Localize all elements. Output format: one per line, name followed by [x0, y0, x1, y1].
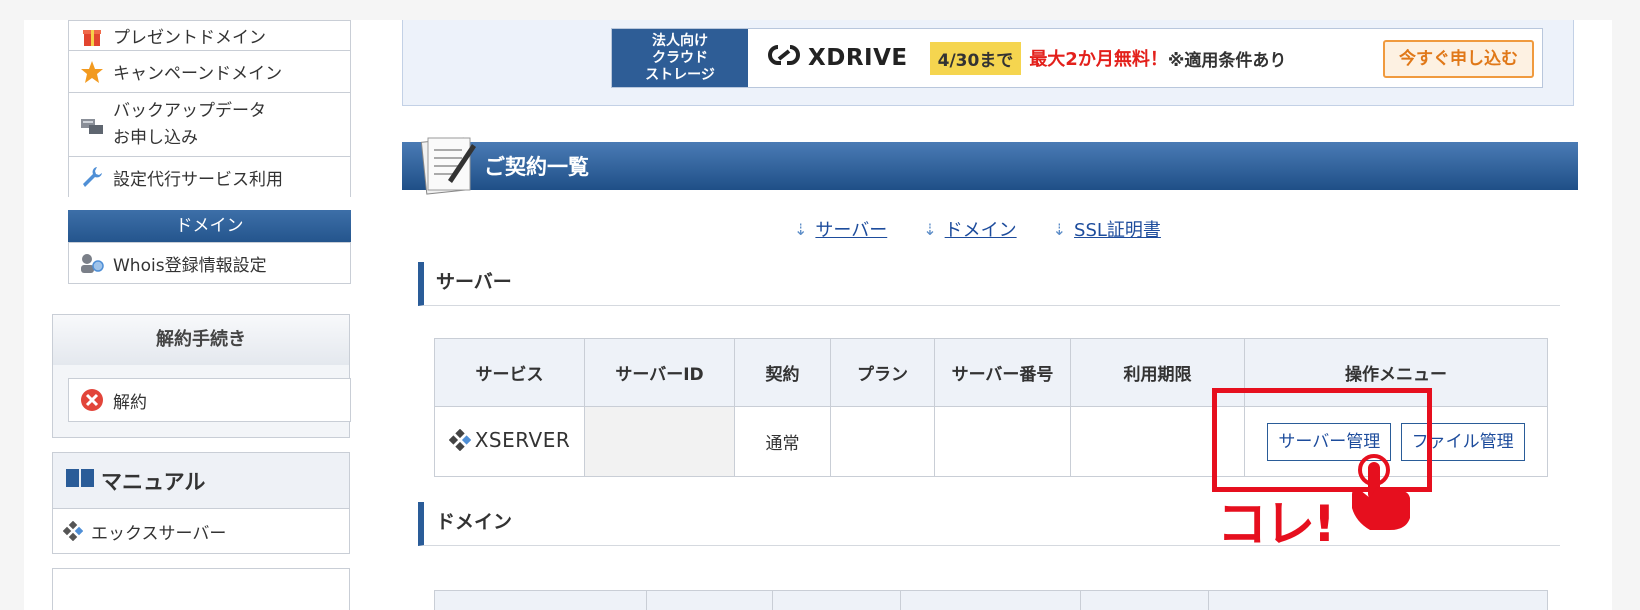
col-server-number: サーバー番号 [934, 338, 1071, 407]
promo-text: 最大2か月無料！ [1029, 49, 1168, 70]
cancel-icon [79, 387, 105, 413]
domain-table [434, 590, 1548, 610]
sidebar-menu: プレゼントドメイン キャンペーンドメイン バックアップデータ お申し込み 設定代… [68, 20, 351, 197]
domain-col [772, 590, 901, 610]
sidebar-item-setup-service[interactable]: 設定代行サービス利用 [69, 157, 350, 197]
banner-area: 法人向け クラウド ストレージ XDRIVE 4/30まで 最大2か月無料！ ※… [402, 20, 1574, 106]
banner-tag: 法人向け クラウド ストレージ [612, 29, 748, 87]
sidebar-item-backup[interactable]: バックアップデータ お申し込み [69, 93, 350, 157]
anchor-domain-link[interactable]: ドメイン [945, 216, 1017, 242]
anchor-server[interactable]: ⇣ サーバー [794, 216, 887, 242]
down-arrow-icon: ⇣ [794, 219, 808, 239]
col-contract: 契約 [734, 338, 831, 407]
sidebar-item-present-domain[interactable]: プレゼントドメイン [69, 21, 350, 51]
xdrive-link-icon [768, 44, 800, 72]
xserver-logo: XSERVER [448, 427, 571, 452]
sidebar-item-cancel[interactable]: 解約 [69, 379, 350, 421]
anchor-ssl-link[interactable]: SSL証明書 [1074, 216, 1161, 242]
cancel-heading: 解約手続き [53, 315, 349, 365]
sidebar-item-label: Whois登録情報設定 [113, 255, 267, 276]
service-name: XSERVER [474, 427, 571, 452]
domain-table-header [434, 590, 1548, 610]
manual-heading-label: マニュアル [101, 469, 206, 494]
sidebar-item-label: キャンペーンドメイン [113, 64, 283, 84]
apply-now-button[interactable]: 今すぐ申し込む [1383, 40, 1534, 78]
sidebar-item-whois[interactable]: Whois登録情報設定 [69, 243, 350, 283]
sidebar-manual-box: マニュアル エックスサーバー [52, 452, 350, 554]
anchor-links: ⇣ サーバー ⇣ ドメイン ⇣ SSL証明書 [794, 216, 1161, 242]
backup-icon [79, 112, 105, 138]
cell-server-number [934, 406, 1071, 477]
col-service: サービス [434, 338, 585, 407]
col-server-id: サーバーID [584, 338, 735, 407]
sidebar-item-label: エックスサーバー [91, 523, 227, 544]
anchor-server-link[interactable]: サーバー [815, 216, 887, 242]
domain-col [646, 590, 773, 610]
cell-service: XSERVER [434, 406, 585, 477]
contract-document-icon [418, 134, 478, 196]
manual-heading: マニュアル [53, 453, 349, 509]
sidebar-next-box [52, 568, 350, 610]
col-plan: プラン [830, 338, 935, 407]
gift-icon [79, 23, 105, 49]
anchor-domain[interactable]: ⇣ ドメイン [923, 216, 1016, 242]
cell-plan [830, 406, 935, 477]
contract-list-title: ご契約一覧 [484, 155, 589, 179]
page: プレゼントドメイン キャンペーンドメイン バックアップデータ お申し込み 設定代… [24, 20, 1612, 610]
date-badge: 4/30まで [929, 41, 1022, 75]
sidebar-item-manual-xserver[interactable]: エックスサーバー [53, 509, 349, 553]
domain-col [1080, 590, 1209, 610]
xdrive-brand: XDRIVE [808, 45, 908, 71]
server-heading: サーバー [418, 262, 1560, 306]
star-icon [79, 59, 105, 85]
wrench-icon [79, 164, 105, 190]
xdrive-banner[interactable]: 法人向け クラウド ストレージ XDRIVE 4/30まで 最大2か月無料！ ※… [611, 28, 1543, 88]
sidebar-item-label: バックアップデータ お申し込み [113, 100, 266, 148]
sidebar-domain-list: Whois登録情報設定 [68, 242, 351, 284]
promo-note: ※適用条件あり [1167, 50, 1287, 71]
cell-contract: 通常 [734, 406, 831, 477]
user-search-icon [79, 250, 105, 276]
xserver-diamond-icon [63, 518, 83, 544]
xdrive-logo: XDRIVE [768, 44, 908, 72]
domain-col [434, 590, 647, 610]
xserver-diamond-icon [448, 428, 471, 451]
domain-col [900, 590, 1081, 610]
anchor-ssl[interactable]: ⇣ SSL証明書 [1053, 216, 1161, 242]
sidebar-item-label: プレゼントドメイン [113, 28, 266, 48]
sidebar-item-label: 設定代行サービス利用 [113, 169, 283, 190]
cell-server-id [584, 406, 735, 477]
domain-col [1208, 590, 1548, 610]
sidebar-domain-heading: ドメイン [68, 210, 351, 242]
sidebar-item-campaign-domain[interactable]: キャンペーンドメイン [69, 51, 350, 93]
down-arrow-icon: ⇣ [1052, 219, 1067, 239]
pointing-hand-icon [1352, 454, 1410, 530]
book-icon [65, 467, 95, 494]
annotation-text: コレ! [1217, 495, 1336, 553]
down-arrow-icon: ⇣ [923, 219, 937, 239]
contract-list-header: ご契約一覧 [402, 137, 1578, 195]
sidebar-item-label: 解約 [113, 392, 147, 413]
sidebar-cancel-list: 解約 [68, 378, 351, 422]
